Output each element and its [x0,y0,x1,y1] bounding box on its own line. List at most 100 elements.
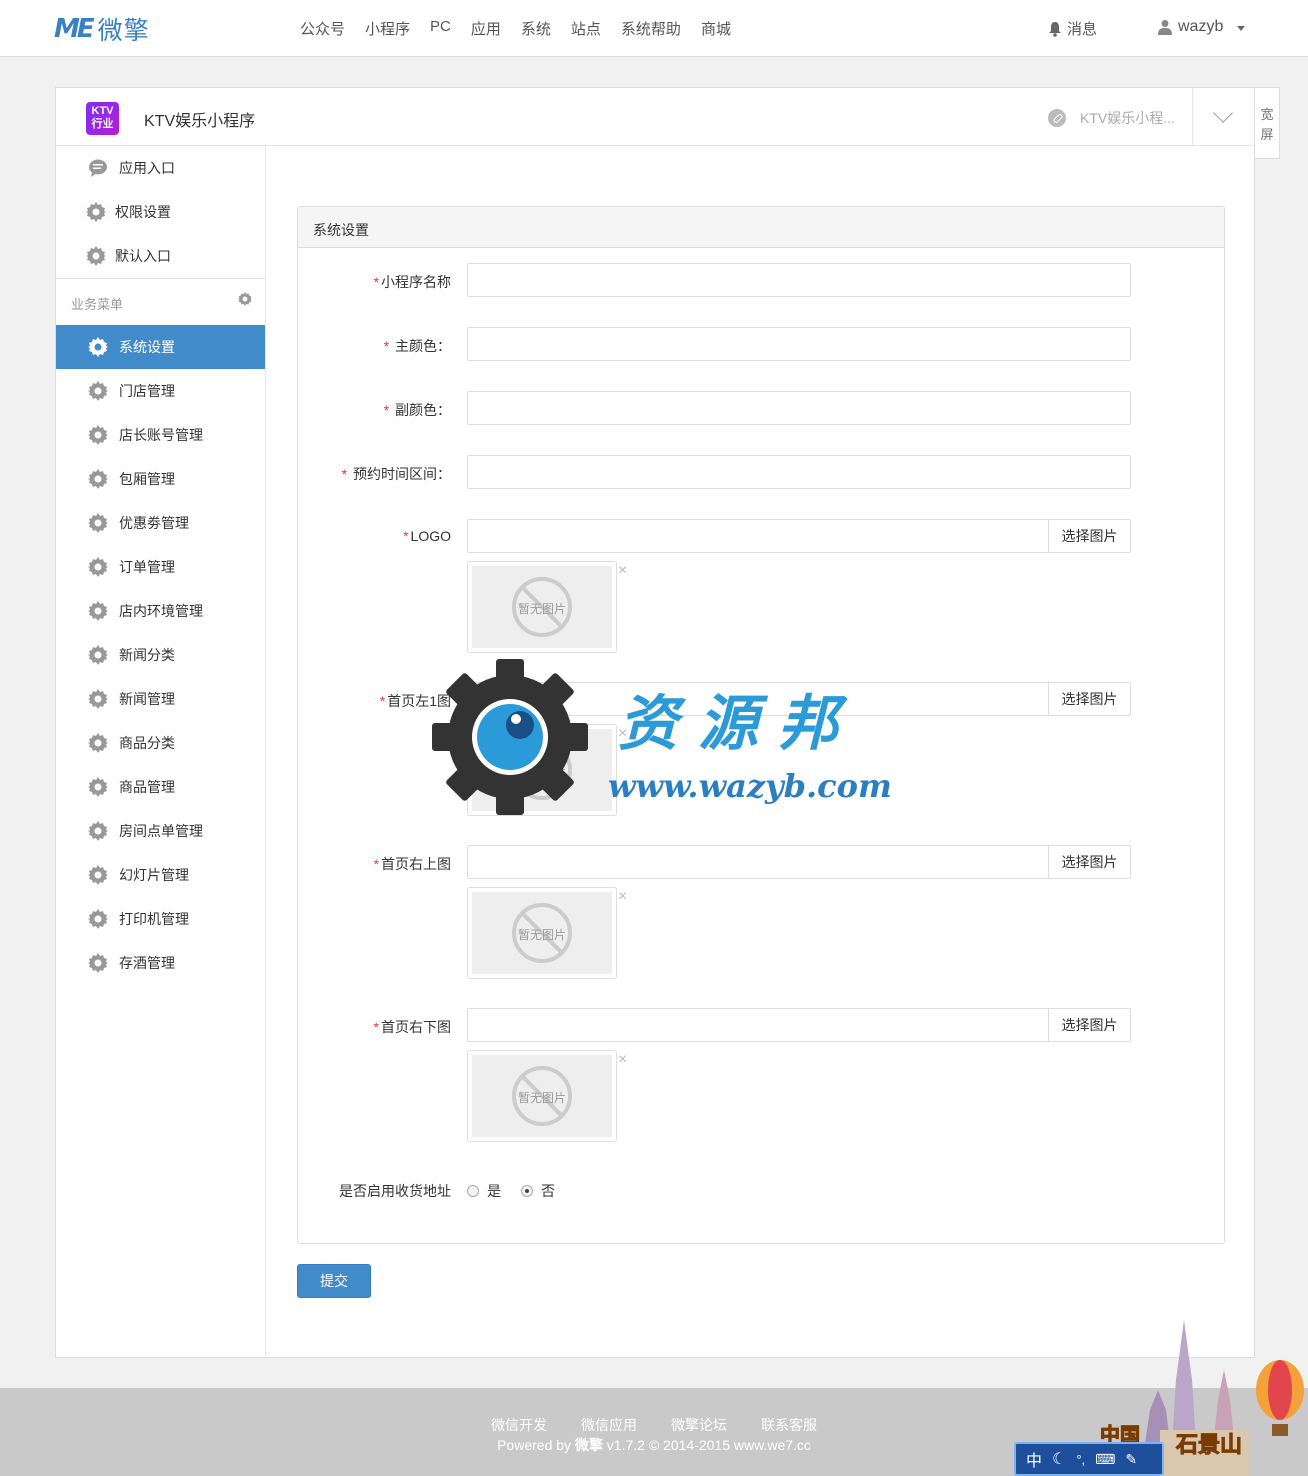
app-logo: KTV 行业 [86,102,119,135]
sidebar-group-title: 业务菜单 [71,297,124,312]
home-left-input[interactable]: 选择图片 [467,682,1131,716]
sidebar-menu-item[interactable]: 打印机管理 [56,897,265,941]
sidebar-item-app-entry[interactable]: 应用入口 [56,146,265,190]
gear-icon [88,777,108,797]
logo-input[interactable]: 选择图片 [467,519,1131,553]
no-image-text: 暂无图片 [517,765,566,779]
form-title: 系统设置 [298,207,1224,248]
moon-icon[interactable]: ☾ [1052,1449,1066,1469]
sidebar-item-label: 门店管理 [119,383,175,399]
messages-label: 消息 [1067,21,1098,38]
name-input[interactable] [467,263,1131,297]
home-right-top-input[interactable]: 选择图片 [467,845,1131,879]
field-label-address: 是否启用收货地址 [339,1183,451,1199]
footer-link-dev[interactable]: 微信开发 [491,1415,547,1435]
sidebar-item-permissions[interactable]: 权限设置 [56,190,265,234]
sidebar-item-default-entry[interactable]: 默认入口 [56,234,265,278]
sidebar-item-label: 新闻管理 [119,691,175,707]
nav-apps[interactable]: 应用 [471,18,501,39]
messages-link[interactable]: 消息 [1048,18,1097,39]
sidebar-menu-item[interactable]: 店内环境管理 [56,589,265,633]
home-right-bottom-input[interactable]: 选择图片 [467,1008,1131,1042]
footer-link-apps[interactable]: 微信应用 [581,1415,637,1435]
sidebar-menu-item[interactable]: 新闻管理 [56,677,265,721]
ime-mode[interactable]: 中 [1026,1447,1042,1471]
sidebar-item-label: 房间点单管理 [119,823,203,839]
nav-store[interactable]: 商城 [701,18,731,39]
gear-icon [88,953,108,973]
nav-mini-program[interactable]: 小程序 [365,18,410,39]
sidebar-menu-item[interactable]: 门店管理 [56,369,265,413]
gear-icon [88,909,108,929]
divider [56,278,265,279]
app-logo-line1: KTV [91,105,114,117]
gear-icon [88,821,108,841]
close-icon[interactable]: × [618,888,627,906]
widescreen-toggle[interactable]: 宽屏 [1255,87,1280,159]
keyboard-icon[interactable]: ⌨ [1095,1451,1115,1468]
gear-icon [88,689,108,709]
ime-toolbar[interactable]: 中 ☾ °, ⌨ ✎ [1014,1442,1164,1476]
sidebar-item-label: 订单管理 [119,559,175,575]
footer-link-support[interactable]: 联系客服 [761,1415,817,1435]
sub-color-input[interactable] [467,391,1131,425]
sidebar-menu-item[interactable]: 房间点单管理 [56,809,265,853]
chevron-down-icon[interactable] [1213,103,1233,123]
sidebar-menu-item[interactable]: 商品分类 [56,721,265,765]
choose-image-button[interactable]: 选择图片 [1048,683,1130,715]
booking-time-input[interactable] [467,455,1131,489]
sidebar-menu-item[interactable]: 店长账号管理 [56,413,265,457]
sidebar: 应用入口 权限设置 默认入口 业务菜单 系统设置门店管理店长账号管理包厢管理 优惠… [56,146,266,1357]
sidebar-item-label: 商品分类 [119,735,175,751]
brand-logo[interactable]: ME 微擎 [54,13,150,45]
sidebar-menu-item[interactable]: 包厢管理 [56,457,265,501]
radio-yes[interactable] [467,1185,479,1197]
logo-text: 微擎 [97,16,150,45]
logo-preview: 暂无图片 [467,561,617,653]
nav-help[interactable]: 系统帮助 [621,18,681,39]
sidebar-menu-item[interactable]: 优惠劵管理 [56,501,265,545]
nav-official-account[interactable]: 公众号 [300,18,345,39]
submit-button[interactable]: 提交 [297,1264,371,1298]
field-label-main-color: * 主颜色： [383,338,451,354]
sidebar-menu-item[interactable]: 存酒管理 [56,941,265,985]
sidebar-item-label: 应用入口 [119,160,175,176]
close-icon[interactable]: × [618,562,627,580]
main-nav: 公众号 小程序 PC 应用 系统 站点 系统帮助 商城 [300,18,751,39]
sidebar-item-label: 新闻分类 [119,647,175,663]
sidebar-item-label: 默认入口 [115,248,171,264]
user-menu[interactable]: wazyb [1158,18,1246,36]
nav-pc[interactable]: PC [430,18,451,39]
footer-links: 微信开发 微信应用 微擎论坛 联系客服 [0,1415,1308,1435]
choose-image-button[interactable]: 选择图片 [1048,520,1130,552]
nav-site[interactable]: 站点 [571,18,601,39]
nav-system[interactable]: 系统 [521,18,551,39]
sidebar-item-label: 店长账号管理 [119,427,203,443]
punct-icon[interactable]: °, [1076,1452,1085,1467]
field-label-logo: * LOGO [403,528,451,544]
wrench-icon[interactable]: ✎ [1125,1451,1137,1468]
gear-icon [88,733,108,753]
chat-icon [88,158,108,178]
address-radio-group: 是 否 [467,1181,555,1201]
sidebar-menu-item[interactable]: 幻灯片管理 [56,853,265,897]
app-header: KTV 行业 KTV娱乐小程序 KTV娱乐小程... [56,88,1254,146]
radio-no-label: 否 [541,1183,555,1199]
footer-link-forum[interactable]: 微擎论坛 [671,1415,727,1435]
choose-image-button[interactable]: 选择图片 [1048,1009,1130,1041]
app-name: KTV娱乐小程序 [144,113,256,130]
close-icon[interactable]: × [618,1051,627,1069]
sidebar-menu-item[interactable]: 商品管理 [56,765,265,809]
sidebar-menu-item[interactable]: 订单管理 [56,545,265,589]
choose-image-button[interactable]: 选择图片 [1048,846,1130,878]
home-right-bottom-preview: 暂无图片 [467,1050,617,1142]
bell-icon [1049,21,1061,37]
app-switcher[interactable]: KTV娱乐小程... [1048,108,1175,128]
radio-no[interactable] [521,1185,533,1197]
link-icon [1048,109,1066,127]
gear-icon[interactable] [238,292,252,306]
close-icon[interactable]: × [618,725,627,743]
main-color-input[interactable] [467,327,1131,361]
sidebar-menu-item[interactable]: 系统设置 [56,325,265,369]
sidebar-menu-item[interactable]: 新闻分类 [56,633,265,677]
